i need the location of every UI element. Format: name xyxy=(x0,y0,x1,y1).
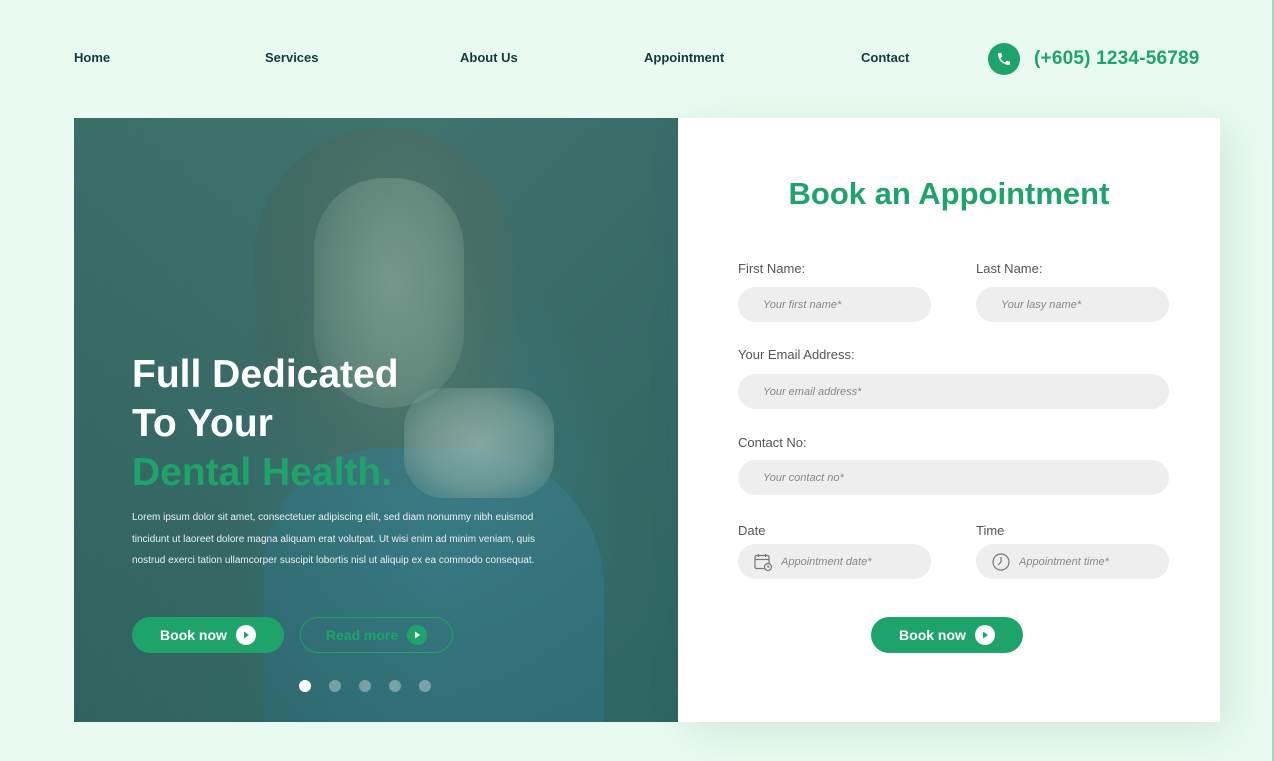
email-input[interactable] xyxy=(738,374,1169,409)
hero-book-now-button[interactable]: Book now xyxy=(132,617,284,653)
hero-read-more-button[interactable]: Read more xyxy=(300,617,453,653)
last-name-label: Last Name: xyxy=(976,261,1043,276)
slider-dot-4[interactable] xyxy=(389,680,401,692)
submit-button-label: Book now xyxy=(899,627,966,643)
email-label: Your Email Address: xyxy=(738,347,855,362)
slider-dot-2[interactable] xyxy=(329,680,341,692)
hero-description: Lorem ipsum dolor sit amet, consectetuer… xyxy=(132,512,535,566)
hero-title-line3: Dental Health. xyxy=(132,451,393,494)
contact-input[interactable] xyxy=(738,460,1169,495)
phone-icon xyxy=(988,43,1020,75)
play-icon xyxy=(974,625,995,645)
date-label: Date xyxy=(738,523,766,538)
time-field[interactable] xyxy=(976,544,1169,579)
contact-label: Contact No: xyxy=(738,435,807,450)
slider-dot-1[interactable] xyxy=(299,680,311,692)
appointment-form: Book an Appointment First Name: Last Nam… xyxy=(678,118,1220,722)
nav-contact[interactable]: Contact xyxy=(861,50,909,65)
nav-appointment[interactable]: Appointment xyxy=(644,50,724,65)
last-name-input[interactable] xyxy=(976,287,1169,322)
hero-banner: Full Dedicated To Your Dental Health. Lo… xyxy=(74,118,678,722)
nav-services[interactable]: Services xyxy=(265,50,319,65)
clock-icon xyxy=(991,552,1011,572)
slider-dots xyxy=(299,680,449,692)
date-input[interactable] xyxy=(781,555,921,568)
play-icon xyxy=(235,625,256,645)
calendar-icon xyxy=(753,552,773,572)
play-icon xyxy=(407,625,428,645)
top-navigation: Home Services About Us Appointment Conta… xyxy=(0,0,1274,118)
hero-read-more-label: Read more xyxy=(325,627,399,643)
time-label: Time xyxy=(976,523,1005,538)
date-field[interactable] xyxy=(738,544,931,579)
form-title: Book an Appointment xyxy=(788,176,1110,211)
slider-dot-3[interactable] xyxy=(359,680,371,692)
hero-book-now-label: Book now xyxy=(160,627,227,643)
nav-about-us[interactable]: About Us xyxy=(460,50,518,65)
nav-home[interactable]: Home xyxy=(74,50,110,65)
book-now-submit-button[interactable]: Book now xyxy=(871,617,1023,653)
time-input[interactable] xyxy=(1019,555,1159,568)
slider-dot-5[interactable] xyxy=(419,680,431,692)
hero-title-line2: To Your xyxy=(132,402,273,445)
hero-title: Full Dedicated To Your Dental Health. xyxy=(132,350,399,497)
phone-number[interactable]: (+605) 1234-56789 xyxy=(1034,48,1200,70)
hero-title-line1: Full Dedicated xyxy=(132,353,399,396)
first-name-input[interactable] xyxy=(738,287,931,322)
phone-contact[interactable]: (+605) 1234-56789 xyxy=(988,43,1200,75)
first-name-label: First Name: xyxy=(738,261,806,276)
